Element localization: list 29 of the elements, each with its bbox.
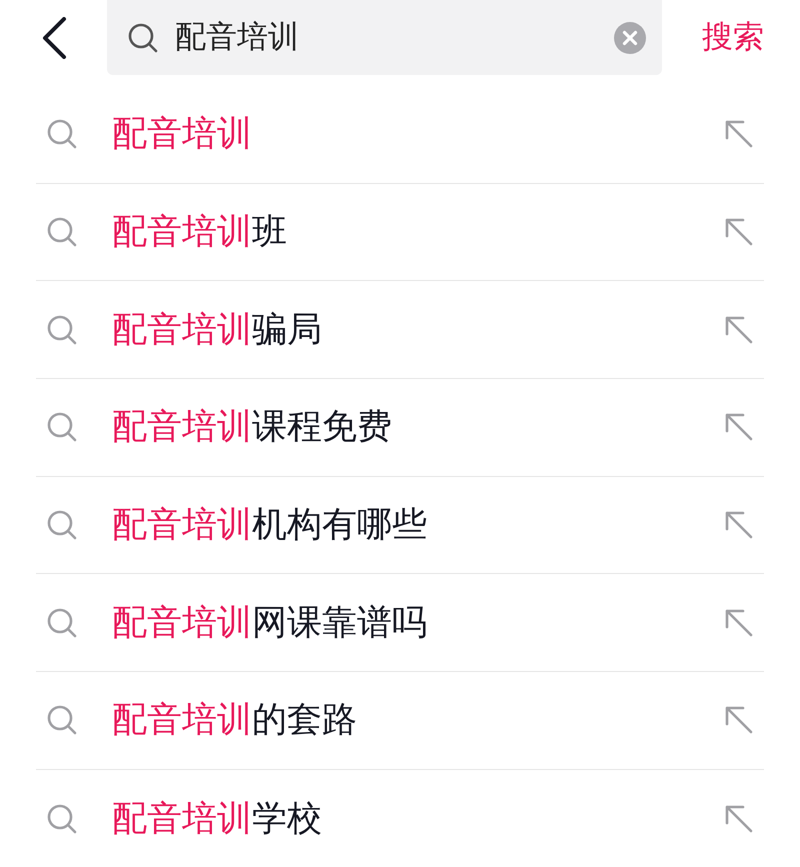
suggestion-item[interactable]: 配音培训课程免费 <box>112 406 392 448</box>
suggestion-item[interactable]: 配音培训机构有哪些 <box>112 504 427 546</box>
suggestion-item[interactable]: 配音培训网课靠谱吗 <box>112 602 427 644</box>
fill-arrow-icon[interactable] <box>724 705 754 736</box>
search-icon <box>46 118 78 150</box>
fill-arrow-icon[interactable] <box>724 314 754 345</box>
suggestion-item[interactable]: 配音培训骗局 <box>112 308 322 351</box>
search-icon <box>46 509 78 542</box>
search-icon <box>46 216 78 248</box>
suggestion-item[interactable]: 配音培训学校 <box>112 798 322 840</box>
search-icon <box>46 411 78 444</box>
fill-arrow-icon[interactable] <box>724 510 754 540</box>
fill-arrow-icon[interactable] <box>724 217 754 248</box>
fill-arrow-icon[interactable] <box>724 412 754 442</box>
suggestion-item[interactable]: 配音培训 <box>112 113 252 156</box>
suggestion-item[interactable]: 配音培训的套路 <box>112 699 357 742</box>
search-icon <box>127 22 159 54</box>
clear-icon[interactable] <box>614 22 646 54</box>
search-icon <box>46 314 78 346</box>
search-button[interactable]: 搜索 <box>702 18 764 56</box>
search-icon <box>46 704 78 736</box>
fill-arrow-icon[interactable] <box>724 804 754 834</box>
fill-arrow-icon[interactable] <box>724 608 754 638</box>
fill-arrow-icon[interactable] <box>724 119 754 150</box>
search-icon <box>46 606 78 639</box>
suggestion-item[interactable]: 配音培训班 <box>112 211 287 254</box>
search-bar[interactable]: 配音培训 <box>107 0 662 75</box>
search-icon <box>46 802 78 835</box>
search-input[interactable]: 配音培训 <box>173 13 614 62</box>
